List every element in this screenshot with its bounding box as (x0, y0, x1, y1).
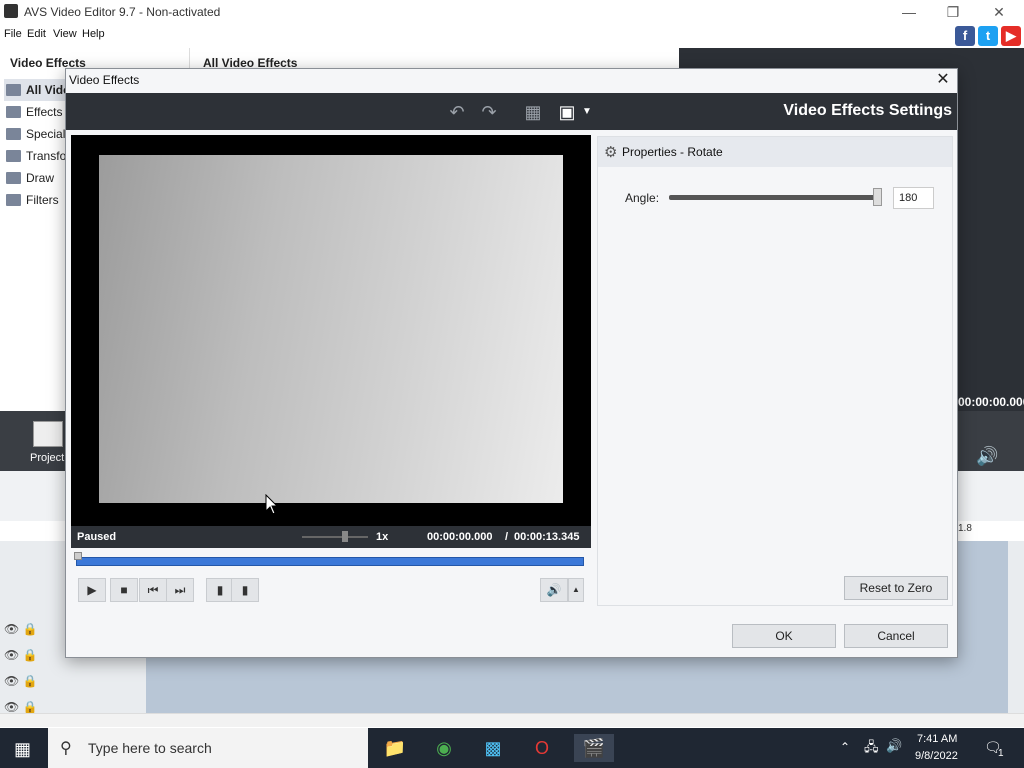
mark-out-button[interactable]: ▮ (231, 578, 259, 602)
properties-title: Properties - Rotate (622, 145, 723, 159)
monitor-icon[interactable]: ▣ (556, 101, 578, 123)
angle-label: Angle: (625, 191, 660, 205)
chrome-icon[interactable]: ◉ (430, 734, 458, 762)
angle-slider[interactable] (669, 195, 879, 200)
speed-slider[interactable] (302, 536, 368, 538)
mouse-cursor-icon (265, 494, 279, 515)
grid-icon[interactable]: ▦ (522, 101, 544, 123)
ruler-tick: 1.8 (958, 523, 972, 534)
speaker-icon[interactable]: 🔊 (886, 738, 902, 754)
main-time-display: 00:00:00.000 (958, 395, 1024, 409)
time-separator: / (505, 531, 509, 543)
next-frame-button[interactable]: ⏭ (166, 578, 194, 602)
gear-icon: ⚙ (604, 144, 618, 161)
app-title: AVS Video Editor 9.7 - Non-activated (24, 5, 221, 19)
time-total: 00:00:13.345 (514, 531, 580, 543)
seek-bar[interactable] (76, 557, 584, 566)
cancel-button[interactable]: Cancel (844, 624, 948, 648)
file-explorer-icon[interactable]: 📁 (381, 734, 409, 762)
restore-button[interactable]: ❐ (938, 2, 968, 22)
dialog-heading: Video Effects Settings (783, 102, 952, 119)
preview-frame (99, 155, 563, 503)
volume-icon[interactable]: 🔊 (976, 446, 998, 467)
facebook-icon[interactable]: f (955, 26, 975, 46)
avs-taskbar-icon[interactable]: 🎬 (574, 734, 614, 762)
close-app-button[interactable]: ✕ (984, 2, 1014, 22)
angle-slider-thumb[interactable] (873, 188, 882, 206)
playback-status: Paused (77, 531, 117, 543)
speed-value: 1x (376, 531, 389, 543)
ok-button[interactable]: OK (732, 624, 836, 648)
mute-button[interactable]: 🔊 (540, 578, 568, 602)
tray-chevron-icon[interactable]: ⌃ (840, 740, 850, 754)
reset-to-zero-button[interactable]: Reset to Zero (844, 576, 948, 600)
redo-icon[interactable]: ↷ (478, 101, 500, 123)
seek-thumb[interactable] (74, 552, 82, 560)
clock-date[interactable]: 9/8/2022 (915, 750, 958, 762)
mark-in-button[interactable]: ▮ (206, 578, 234, 602)
youtube-icon[interactable]: ▶ (1001, 26, 1021, 46)
project-label: Project (30, 452, 65, 464)
app-icon (4, 4, 18, 18)
play-button[interactable]: ▶ (78, 578, 106, 602)
timeline-scrollbar[interactable] (0, 713, 1024, 727)
menu-file[interactable]: File (4, 28, 22, 40)
notification-count: 1 (998, 748, 1004, 759)
folder-icon (6, 84, 21, 96)
effects-list-header: All Video Effects (192, 48, 679, 70)
menu-view[interactable]: View (53, 28, 77, 40)
twitter-icon[interactable]: t (978, 26, 998, 46)
search-placeholder: Type here to search (88, 740, 212, 756)
undo-icon[interactable]: ↶ (446, 101, 468, 123)
menu-bar (0, 24, 1024, 46)
project-icon[interactable] (33, 421, 63, 447)
search-icon: ⚲ (60, 740, 72, 757)
menu-edit[interactable]: Edit (27, 28, 46, 40)
folder-icon (6, 128, 21, 140)
windows-start-icon[interactable]: ▦ (14, 739, 31, 760)
clock-time[interactable]: 7:41 AM (917, 733, 957, 745)
opera-icon[interactable]: O (528, 734, 556, 762)
angle-input[interactable]: 180 (893, 187, 934, 209)
track-controls: 👁 🔒 👁 🔒 👁 🔒 👁 🔒 (4, 622, 38, 714)
chevron-down-icon[interactable]: ▼ (580, 101, 594, 123)
menu-help[interactable]: Help (82, 28, 105, 40)
time-current: 00:00:00.000 (427, 531, 493, 543)
dialog-title: Video Effects (69, 73, 140, 87)
dialog-close-button[interactable]: ✕ (930, 70, 956, 90)
folder-icon (6, 150, 21, 162)
network-icon[interactable]: 🖧 (864, 738, 879, 760)
stop-button[interactable]: ■ (110, 578, 138, 602)
app-icon-blue[interactable]: ▩ (479, 734, 507, 762)
folder-icon (6, 106, 21, 118)
folder-icon (6, 172, 21, 184)
minimize-button[interactable]: — (894, 2, 924, 22)
folder-icon (6, 194, 21, 206)
volume-up-icon[interactable]: ▲ (568, 578, 584, 602)
prev-frame-button[interactable]: ⏮ (139, 578, 167, 602)
speed-slider-thumb[interactable] (342, 531, 348, 542)
